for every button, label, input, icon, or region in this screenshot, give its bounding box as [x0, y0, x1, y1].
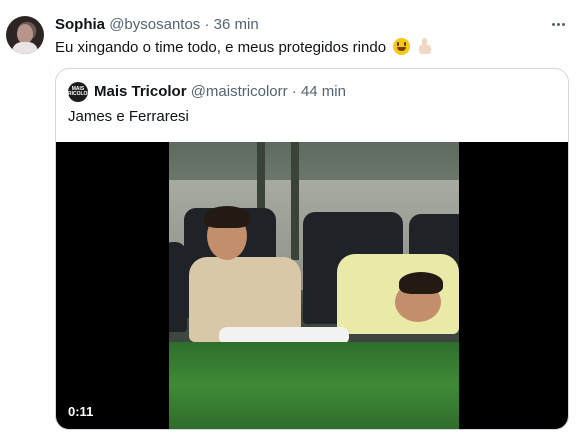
video-scene-glass [169, 142, 459, 180]
header-separator: · [204, 16, 210, 33]
grinning-face-emoji [393, 38, 411, 55]
quoted-author-avatar[interactable]: MAIS TRICOLOR [64, 82, 92, 102]
thumbs-up-emoji [417, 38, 433, 55]
video-scene-grass [169, 342, 459, 429]
video-scene-hair-right [399, 272, 443, 294]
author-name[interactable]: Sophia [55, 16, 105, 33]
video-scene-seat [169, 242, 187, 332]
quoted-author-name[interactable]: Mais Tricolor [94, 83, 187, 100]
quoted-tweet-text: James e Ferraresi [68, 108, 189, 125]
tweet-header: Sophia @bysosantos · 36 min [55, 15, 547, 35]
quoted-avatar-logo-text: MAIS TRICOLOR [64, 86, 92, 97]
author-avatar[interactable] [6, 16, 44, 54]
quoted-tweet-header: Mais Tricolor @maistricolorr · 44 min [94, 82, 346, 102]
video-scene-hair-left [204, 206, 250, 228]
tweet-time[interactable]: 36 min [214, 16, 259, 33]
tweet-text-content: Eu xingando o time todo, e meus protegid… [55, 39, 387, 56]
quoted-author-handle[interactable]: @maistricolorr [191, 83, 288, 100]
tweet-text: Eu xingando o time todo, e meus protegid… [55, 38, 433, 58]
video-scene-post [291, 142, 299, 260]
video-frame [169, 142, 459, 429]
quoted-tweet[interactable]: MAIS TRICOLOR Mais Tricolor @maistricolo… [55, 68, 569, 430]
author-handle[interactable]: @bysosantos [109, 16, 200, 33]
avatar-shirt [12, 42, 38, 54]
more-options-icon[interactable] [549, 15, 567, 33]
avatar-face [17, 24, 33, 44]
video-duration: 0:11 [68, 404, 94, 419]
quoted-tweet-time[interactable]: 44 min [301, 83, 346, 100]
quoted-header-separator: · [291, 83, 297, 100]
video-player[interactable]: 0:11 [56, 142, 568, 429]
